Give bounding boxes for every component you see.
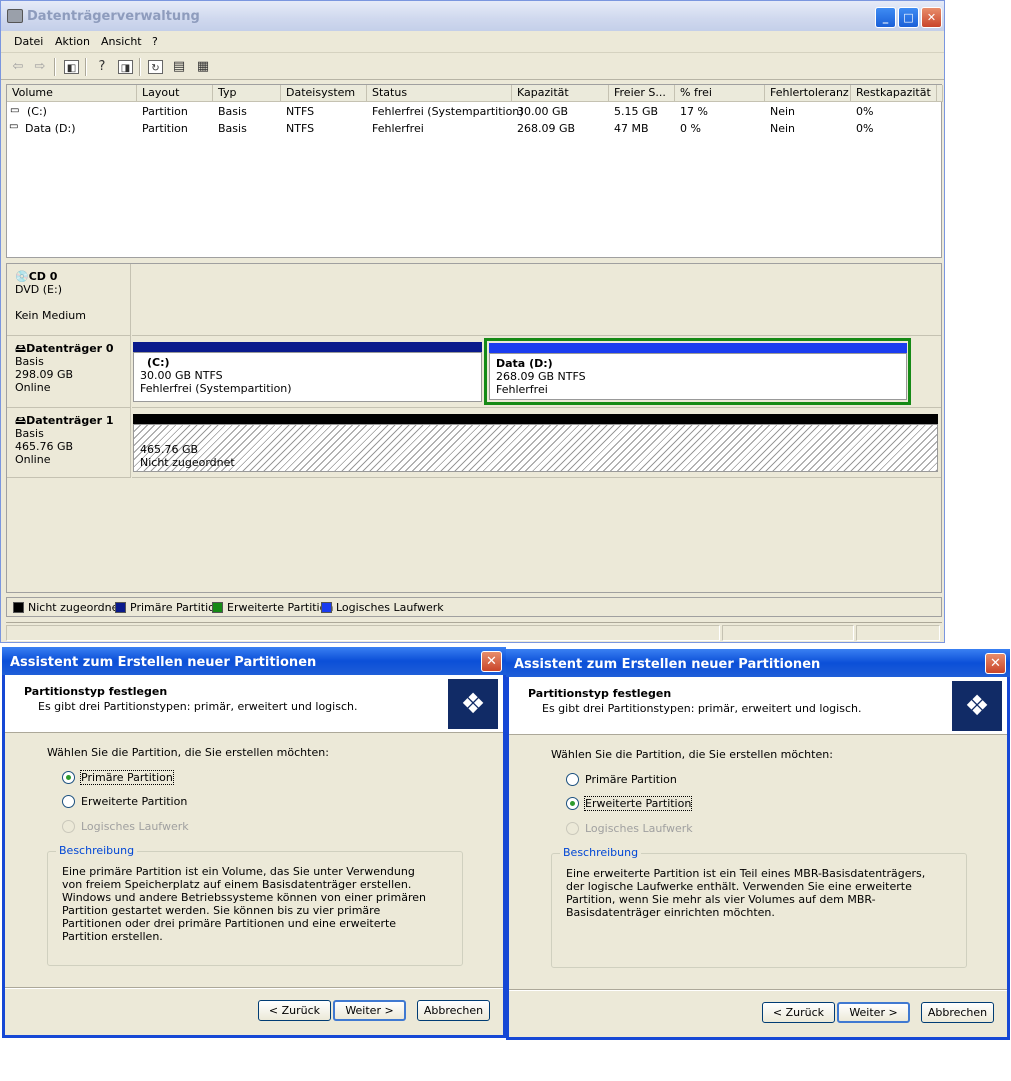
menu-ansicht[interactable]: Ansicht: [101, 35, 142, 48]
next-button[interactable]: Weiter >: [837, 1002, 910, 1023]
volume-list: Volume Layout Typ Dateisystem Status Kap…: [6, 84, 943, 258]
disk1-area: 465.76 GB Nicht zugeordnet: [132, 408, 941, 478]
legend-extended-swatch: [212, 602, 223, 613]
partition-wizard-dialog-left: Assistent zum Erstellen neuer Partitione…: [2, 647, 506, 1038]
description-text: Eine primäre Partition ist ein Volume, d…: [62, 865, 426, 943]
partition-question: Wählen Sie die Partition, die Sie erstel…: [47, 746, 329, 759]
next-button[interactable]: Weiter >: [333, 1000, 406, 1021]
radio-extended-label[interactable]: Erweiterte Partition: [81, 795, 187, 808]
window-title: Datenträgerverwaltung: [27, 9, 200, 24]
column-header-kapazitaet[interactable]: Kapazität: [512, 85, 609, 102]
description-legend: Beschreibung: [560, 846, 642, 859]
column-header-prozent-frei[interactable]: % frei: [675, 85, 765, 102]
hard-disk-icon: 🖴: [15, 414, 27, 427]
minimize-button[interactable]: _: [875, 7, 896, 28]
back-button[interactable]: < Zurück: [258, 1000, 331, 1021]
wizard-subheading: Es gibt drei Partitionstypen: primär, er…: [38, 700, 358, 713]
drive-icon: ▭: [9, 121, 19, 132]
radio-primary[interactable]: [566, 773, 579, 786]
dialog-close-button[interactable]: ✕: [985, 653, 1006, 674]
description-legend: Beschreibung: [56, 844, 138, 857]
disk0-label[interactable]: 🖴Datenträger 0 Basis 298.09 GB Online: [7, 336, 131, 408]
settings-icon[interactable]: ▦: [194, 58, 212, 75]
description-text: Eine erweiterte Partition ist ein Teil e…: [566, 867, 926, 919]
menu-bar: Datei Aktion Ansicht ?: [1, 31, 944, 53]
properties-icon[interactable]: ◨: [118, 60, 133, 74]
hard-disk-icon: 🖴: [15, 342, 27, 355]
cancel-button[interactable]: Abbrechen: [417, 1000, 490, 1021]
radio-primary-label[interactable]: Primäre Partition: [585, 773, 677, 786]
partition-wizard-dialog-right: Assistent zum Erstellen neuer Partitione…: [506, 649, 1010, 1040]
radio-primary[interactable]: [62, 771, 75, 784]
close-button[interactable]: ✕: [921, 7, 942, 28]
cancel-button[interactable]: Abbrechen: [921, 1002, 994, 1023]
dialog-title[interactable]: Assistent zum Erstellen neuer Partitione…: [2, 647, 506, 675]
disk-management-window: Datenträgerverwaltung _ □ ✕ Datei Aktion…: [0, 0, 945, 643]
legend-logical-swatch: [321, 602, 332, 613]
legend-logical: Logisches Laufwerk: [336, 601, 444, 614]
disk-graph-pane: 💿CD 0 DVD (E:) Kein Medium 🖴Datenträger …: [6, 263, 942, 593]
legend: Nicht zugeordnet Primäre Partition Erwei…: [6, 597, 942, 617]
wizard-disks-icon: ❖: [952, 681, 1002, 731]
back-arrow-icon[interactable]: ⇦: [9, 58, 27, 75]
export-icon[interactable]: ▤: [170, 58, 188, 75]
column-header-restkapazitaet[interactable]: Restkapazität: [851, 85, 937, 102]
menu-datei[interactable]: Datei: [14, 35, 43, 48]
wizard-disks-icon: ❖: [448, 679, 498, 729]
radio-logical-label: Logisches Laufwerk: [585, 822, 693, 835]
description-group: Beschreibung Eine erweiterte Partition i…: [551, 846, 967, 968]
disk-management-icon: [7, 9, 23, 23]
column-header-dateisystem[interactable]: Dateisystem: [281, 85, 367, 102]
legend-unallocated-swatch: [13, 602, 24, 613]
radio-logical: [62, 820, 75, 833]
partition-d[interactable]: Data (D:) 268.09 GB NTFS Fehlerfrei: [489, 353, 907, 400]
forward-arrow-icon[interactable]: ⇨: [31, 58, 49, 75]
radio-extended-label[interactable]: Erweiterte Partition: [583, 796, 693, 811]
toolbar: ⇦ ⇨ ◧ ? ◨ ↻ ▤ ▦: [1, 54, 944, 80]
radio-extended[interactable]: [566, 797, 579, 810]
wizard-heading: Partitionstyp festlegen: [24, 685, 168, 698]
legend-unallocated: Nicht zugeordnet: [28, 601, 123, 614]
console-tree-icon[interactable]: ◧: [64, 60, 79, 74]
unallocated-space[interactable]: 465.76 GB Nicht zugeordnet: [133, 424, 938, 472]
status-bar: [6, 622, 942, 642]
column-header-fehlertoleranz[interactable]: Fehlertoleranz: [765, 85, 851, 102]
legend-primary-swatch: [115, 602, 126, 613]
partition-c[interactable]: (C:) 30.00 GB NTFS Fehlerfrei (Systempar…: [133, 352, 482, 402]
drive-icon: ▭: [10, 105, 20, 116]
dialog-close-button[interactable]: ✕: [481, 651, 502, 672]
wizard-subheading: Es gibt drei Partitionstypen: primär, er…: [542, 702, 862, 715]
legend-extended: Erweiterte Partition: [227, 601, 334, 614]
column-header-volume[interactable]: Volume: [7, 85, 137, 102]
disk0-area: (C:) 30.00 GB NTFS Fehlerfrei (Systempar…: [132, 336, 941, 408]
refresh-icon[interactable]: ↻: [148, 60, 163, 74]
description-group: Beschreibung Eine primäre Partition ist …: [47, 844, 463, 966]
cd0-label[interactable]: 💿CD 0 DVD (E:) Kein Medium: [7, 264, 131, 336]
disk1-label[interactable]: 🖴Datenträger 1 Basis 465.76 GB Online: [7, 408, 131, 478]
radio-logical: [566, 822, 579, 835]
radio-extended[interactable]: [62, 795, 75, 808]
wizard-heading: Partitionstyp festlegen: [528, 687, 672, 700]
column-header-typ[interactable]: Typ: [213, 85, 281, 102]
dialog-title[interactable]: Assistent zum Erstellen neuer Partitione…: [506, 649, 1010, 677]
radio-primary-label[interactable]: Primäre Partition: [80, 770, 174, 785]
radio-logical-label: Logisches Laufwerk: [81, 820, 189, 833]
column-header-freier-speicher[interactable]: Freier S...: [609, 85, 675, 102]
maximize-button[interactable]: □: [898, 7, 919, 28]
back-button[interactable]: < Zurück: [762, 1002, 835, 1023]
menu-help[interactable]: ?: [152, 35, 158, 48]
column-header-status[interactable]: Status: [367, 85, 512, 102]
menu-aktion[interactable]: Aktion: [55, 35, 90, 48]
legend-primary: Primäre Partition: [130, 601, 222, 614]
column-header-layout[interactable]: Layout: [137, 85, 213, 102]
cd0-area: [132, 264, 941, 336]
cd-drive-icon: 💿: [15, 270, 29, 283]
partition-question: Wählen Sie die Partition, die Sie erstel…: [551, 748, 833, 761]
title-bar[interactable]: Datenträgerverwaltung _ □ ✕: [1, 1, 944, 31]
help-icon[interactable]: ?: [93, 58, 111, 75]
